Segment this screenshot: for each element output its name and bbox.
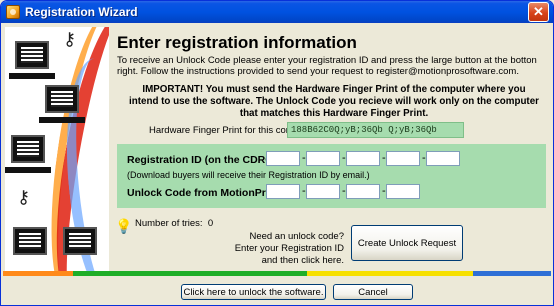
key-icon: ⚷	[17, 187, 31, 207]
page-title: Enter registration information	[117, 33, 357, 52]
important-notice: IMPORTANT! You must send the Hardware Fi…	[129, 84, 539, 119]
close-button[interactable]: ✕	[528, 2, 549, 22]
wizard-icon	[6, 5, 20, 19]
intro-text: To receive an Unlock Code please enter y…	[117, 55, 537, 77]
lightbulb-icon: 💡	[115, 218, 133, 234]
side-illustration: ⚷ ⚷	[5, 27, 109, 273]
registration-id-field-5[interactable]	[426, 151, 460, 166]
cancel-button[interactable]: Cancel	[333, 284, 413, 300]
progress-segment-orange	[3, 271, 73, 276]
progress-segment-green	[73, 271, 307, 276]
create-unlock-request-button[interactable]: Create Unlock Request	[351, 225, 463, 261]
registration-note: (Download buyers will receive their Regi…	[127, 170, 370, 180]
close-icon: ✕	[533, 4, 544, 19]
tries-counter: Number of tries: 0	[135, 218, 213, 229]
computer-icon	[15, 41, 49, 69]
registration-id-field-4[interactable]	[386, 151, 420, 166]
unlock-software-button[interactable]: Click here to unlock the software.	[181, 284, 326, 300]
title-bar[interactable]: Registration Wizard ✕	[1, 1, 553, 23]
unlock-code-field-1[interactable]	[266, 184, 300, 199]
window-title: Registration Wizard	[25, 5, 138, 19]
computer-icon	[63, 227, 97, 255]
key-icon: ⚷	[63, 29, 77, 49]
progress-stripe	[3, 271, 551, 276]
computer-stand	[39, 117, 85, 123]
computer-icon	[13, 227, 47, 255]
registration-id-field-3[interactable]	[346, 151, 380, 166]
registration-id-field-2[interactable]	[306, 151, 340, 166]
unlock-code-label: Unlock Code from MotionPro:	[127, 187, 276, 199]
fingerprint-field: 188B62C0Q;yB;36Qb Q;yB;36Qb	[287, 122, 464, 138]
registration-id-field-1[interactable]	[266, 151, 300, 166]
computer-icon	[11, 135, 45, 163]
registration-id-label: Registration ID (on the CDROM):	[127, 154, 290, 166]
computer-stand	[5, 167, 51, 173]
tries-value: 0	[207, 218, 214, 229]
tries-label: Number of tries:	[135, 218, 203, 229]
need-unlock-text: Need an unlock code? Enter your Registra…	[234, 231, 344, 266]
unlock-code-field-4[interactable]	[386, 184, 420, 199]
progress-segment-yellow	[307, 271, 473, 276]
progress-segment-blue	[473, 271, 551, 276]
registration-wizard-window: Registration Wizard ✕ ⚷ ⚷ Enter registra…	[0, 0, 554, 306]
computer-icon	[45, 85, 79, 113]
computer-stand	[9, 73, 55, 79]
unlock-code-field-2[interactable]	[306, 184, 340, 199]
unlock-code-field-3[interactable]	[346, 184, 380, 199]
